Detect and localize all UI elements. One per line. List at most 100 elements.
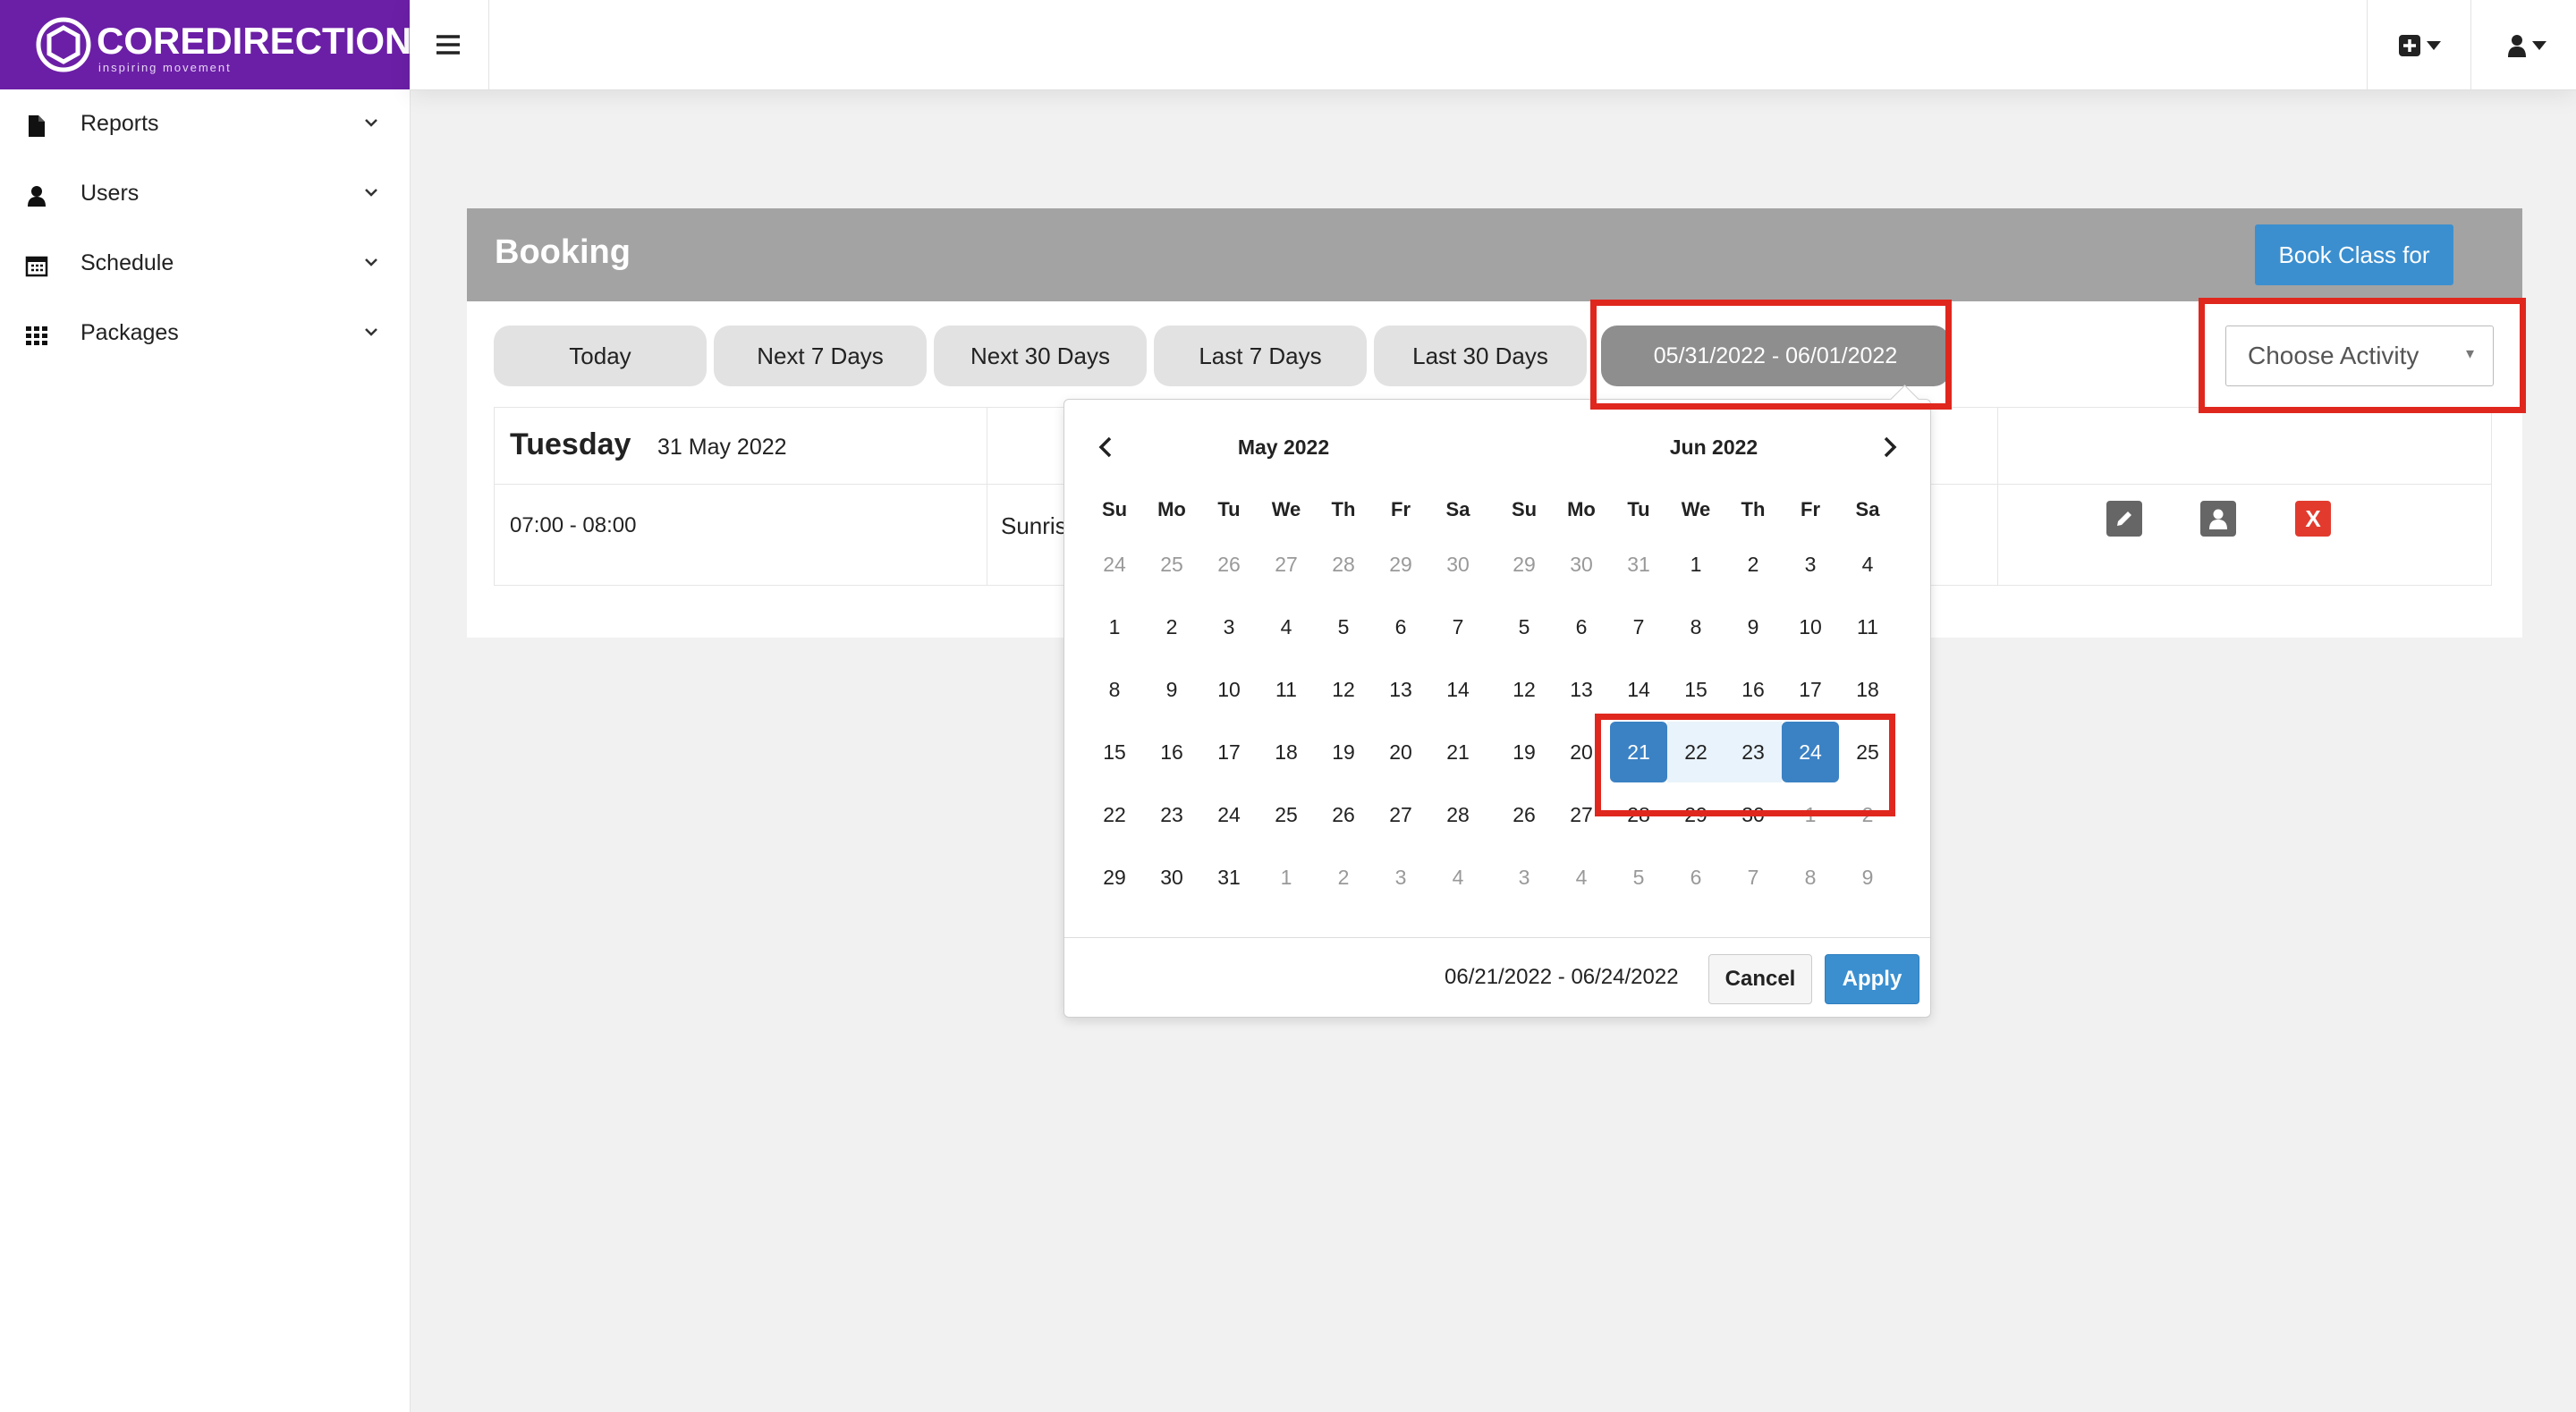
range-today-button[interactable]: Today xyxy=(494,326,707,386)
calendar-day[interactable]: 24 xyxy=(1200,784,1258,845)
sidebar-item-packages[interactable]: Packages xyxy=(0,302,410,367)
calendar-day[interactable]: 16 xyxy=(1143,722,1200,782)
calendar-day[interactable]: 9 xyxy=(1143,659,1200,720)
calendar-day[interactable]: 26 xyxy=(1496,784,1553,845)
brand-logo[interactable]: COREDIRECTION inspiring movement xyxy=(0,0,411,89)
range-last-7-days-button[interactable]: Last 7 Days xyxy=(1154,326,1367,386)
calendar-day[interactable]: 1 xyxy=(1258,847,1315,908)
calendar-day[interactable]: 31 xyxy=(1200,847,1258,908)
calendar-day[interactable]: 1 xyxy=(1086,596,1143,657)
calendar-day[interactable]: 12 xyxy=(1496,659,1553,720)
add-dropdown-button[interactable] xyxy=(2367,0,2471,89)
calendar-day[interactable]: 4 xyxy=(1429,847,1487,908)
calendar-day[interactable]: 21 xyxy=(1429,722,1487,782)
calendar-day[interactable]: 17 xyxy=(1782,659,1839,720)
calendar-day[interactable]: 28 xyxy=(1429,784,1487,845)
left-calendar-title: May 2022 xyxy=(1237,435,1330,459)
calendar-day[interactable]: 22 xyxy=(1086,784,1143,845)
calendar-day[interactable]: 11 xyxy=(1258,659,1315,720)
calendar-day[interactable]: 18 xyxy=(1839,659,1896,720)
range-last-30-days-button[interactable]: Last 30 Days xyxy=(1374,326,1587,386)
calendar-day[interactable]: 5 xyxy=(1610,847,1667,908)
calendar-icon xyxy=(25,256,48,277)
calendar-day[interactable]: 9 xyxy=(1839,847,1896,908)
calendar-day[interactable]: 18 xyxy=(1258,722,1315,782)
edit-button[interactable] xyxy=(2106,501,2142,537)
calendar-day[interactable]: 30 xyxy=(1553,534,1610,595)
calendar-day[interactable]: 23 xyxy=(1143,784,1200,845)
date-range-picker: May 2022 Jun 2022 Su Mo Tu We Th Fr Sa 24 25 26 27… xyxy=(1063,385,1931,1018)
calendar-day[interactable]: 19 xyxy=(1315,722,1372,782)
class-name: Sunris xyxy=(1001,512,1067,539)
book-class-button[interactable]: Book Class for user xyxy=(2255,224,2453,329)
hamburger-menu-button[interactable] xyxy=(410,0,489,89)
plus-square-icon xyxy=(2399,35,2420,56)
calendar-day[interactable]: 15 xyxy=(1086,722,1143,782)
calendar-day[interactable]: 10 xyxy=(1782,596,1839,657)
sidebar-item-reports[interactable]: Reports xyxy=(0,93,410,157)
weekday-header: Sa xyxy=(1445,498,1470,520)
calendar-day[interactable]: 2 xyxy=(1724,534,1782,595)
calendar-day[interactable]: 5 xyxy=(1315,596,1372,657)
calendar-day[interactable]: 28 xyxy=(1315,534,1372,595)
cancel-button[interactable]: Cancel xyxy=(1708,954,1812,1004)
calendar-day[interactable]: 26 xyxy=(1200,534,1258,595)
calendar-day[interactable]: 9 xyxy=(1724,596,1782,657)
calendar-day[interactable]: 31 xyxy=(1610,534,1667,595)
calendar-day[interactable]: 24 xyxy=(1086,534,1143,595)
range-next-30-days-button[interactable]: Next 30 Days xyxy=(934,326,1147,386)
calendar-day[interactable]: 26 xyxy=(1315,784,1372,845)
prev-month-icon[interactable] xyxy=(1093,434,1120,461)
calendar-day[interactable]: 7 xyxy=(1610,596,1667,657)
calendar-day[interactable]: 16 xyxy=(1724,659,1782,720)
sidebar-item-users[interactable]: Users xyxy=(0,163,410,227)
calendar-day[interactable]: 14 xyxy=(1610,659,1667,720)
calendar-day[interactable]: 27 xyxy=(1372,784,1429,845)
calendar-day[interactable]: 29 xyxy=(1496,534,1553,595)
calendar-day[interactable]: 11 xyxy=(1839,596,1896,657)
next-month-icon[interactable] xyxy=(1876,434,1902,461)
calendar-day[interactable]: 3 xyxy=(1496,847,1553,908)
calendar-day[interactable]: 8 xyxy=(1086,659,1143,720)
calendar-day[interactable]: 3 xyxy=(1372,847,1429,908)
calendar-day[interactable]: 8 xyxy=(1667,596,1724,657)
calendar-day[interactable]: 6 xyxy=(1372,596,1429,657)
calendar-day[interactable]: 20 xyxy=(1372,722,1429,782)
calendar-day[interactable]: 17 xyxy=(1200,722,1258,782)
view-user-button[interactable] xyxy=(2200,501,2236,537)
calendar-day[interactable]: 14 xyxy=(1429,659,1487,720)
calendar-day[interactable]: 1 xyxy=(1667,534,1724,595)
remove-button[interactable]: X xyxy=(2295,501,2331,537)
calendar-day[interactable]: 6 xyxy=(1553,596,1610,657)
calendar-day[interactable]: 3 xyxy=(1782,534,1839,595)
calendar-day[interactable]: 25 xyxy=(1143,534,1200,595)
user-dropdown-button[interactable] xyxy=(2470,0,2576,89)
calendar-day[interactable]: 10 xyxy=(1200,659,1258,720)
calendar-day[interactable]: 4 xyxy=(1553,847,1610,908)
calendar-day[interactable]: 29 xyxy=(1372,534,1429,595)
calendar-day[interactable]: 7 xyxy=(1429,596,1487,657)
calendar-day[interactable]: 12 xyxy=(1315,659,1372,720)
calendar-day[interactable]: 2 xyxy=(1143,596,1200,657)
range-next-7-days-button[interactable]: Next 7 Days xyxy=(714,326,927,386)
calendar-day[interactable]: 2 xyxy=(1315,847,1372,908)
calendar-day[interactable]: 25 xyxy=(1258,784,1315,845)
calendar-day[interactable]: 5 xyxy=(1496,596,1553,657)
calendar-day[interactable]: 30 xyxy=(1429,534,1487,595)
calendar-day[interactable]: 7 xyxy=(1724,847,1782,908)
calendar-day[interactable]: 29 xyxy=(1086,847,1143,908)
calendar-day[interactable]: 30 xyxy=(1143,847,1200,908)
calendar-day[interactable]: 27 xyxy=(1258,534,1315,595)
calendar-day[interactable]: 4 xyxy=(1258,596,1315,657)
sidebar-item-schedule[interactable]: Schedule xyxy=(0,233,410,297)
calendar-day[interactable]: 4 xyxy=(1839,534,1896,595)
calendar-day[interactable]: 8 xyxy=(1782,847,1839,908)
calendar-day[interactable]: 6 xyxy=(1667,847,1724,908)
apply-button[interactable]: Apply xyxy=(1825,954,1919,1004)
calendar-day[interactable]: 13 xyxy=(1372,659,1429,720)
calendar-day[interactable]: 3 xyxy=(1200,596,1258,657)
calendar-day[interactable]: 19 xyxy=(1496,722,1553,782)
highlight-activity-select xyxy=(2199,298,2526,413)
calendar-day[interactable]: 15 xyxy=(1667,659,1724,720)
calendar-day[interactable]: 13 xyxy=(1553,659,1610,720)
